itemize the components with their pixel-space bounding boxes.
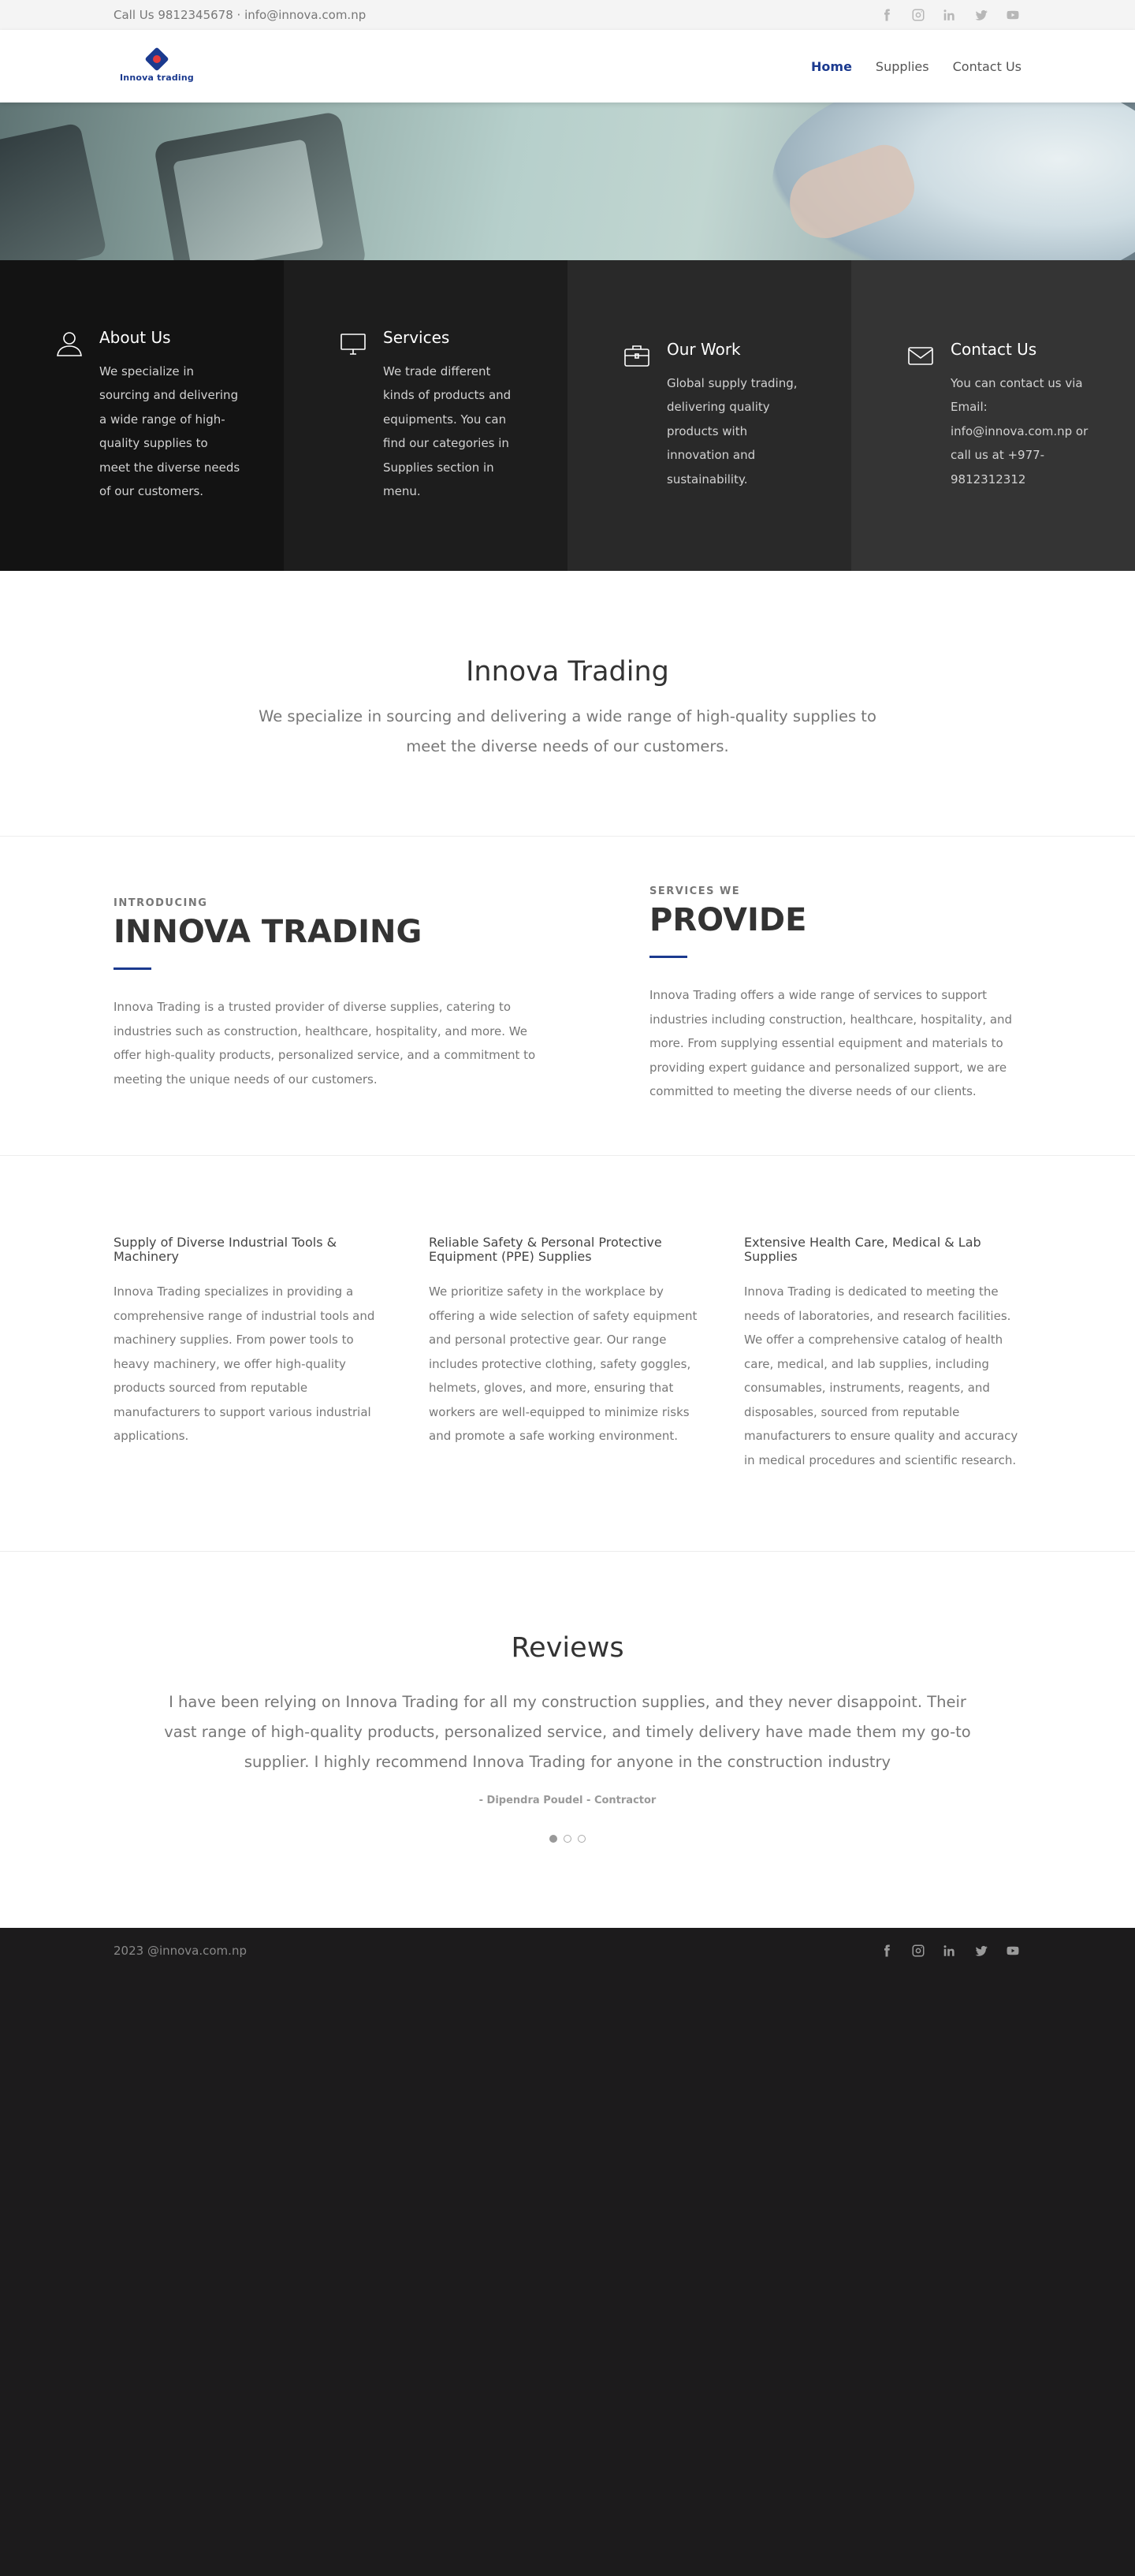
intro-section: Innova Trading We specialize in sourcing…	[0, 571, 1135, 837]
introducing-title: INNOVA TRADING	[114, 914, 422, 950]
linkedin-icon[interactable]	[941, 1942, 958, 1959]
service-title: Extensive Health Care, Medical & Lab Sup…	[744, 1235, 981, 1264]
logo-text: Innova trading	[120, 72, 194, 83]
top-bar: Call Us 9812345678 · info@innova.com.np	[0, 0, 1135, 30]
topbar-social-links	[878, 6, 1022, 24]
feature-title: Contact Us	[951, 339, 1037, 359]
hero-device-shape	[0, 122, 107, 260]
carousel-dots	[0, 1835, 1135, 1843]
feature-about-us: About Us We specialize in sourcing and d…	[0, 260, 284, 571]
services-title: PROVIDE	[649, 902, 807, 938]
linkedin-icon[interactable]	[941, 6, 958, 24]
reviews-section: Reviews I have been relying on Innova Tr…	[0, 1552, 1135, 1928]
review-quote: I have been relying on Innova Trading fo…	[164, 1693, 971, 1771]
instagram-icon[interactable]	[910, 6, 927, 24]
reviews-title: Reviews	[511, 1632, 624, 1664]
feature-text: You can contact us via Email: info@innov…	[951, 375, 1088, 486]
intro-title: Innova Trading	[466, 656, 669, 688]
accent-divider	[649, 956, 687, 958]
feature-title: Services	[383, 327, 450, 347]
topbar-contact-info: Call Us 9812345678 · info@innova.com.np	[114, 8, 367, 22]
introducing-eyebrow: INTRODUCING	[114, 897, 208, 909]
feature-contact-us: Contact Us You can contact us via Email:…	[851, 260, 1135, 571]
service-text: Innova Trading specializes in providing …	[114, 1284, 375, 1443]
service-text: Innova Trading is dedicated to meeting t…	[744, 1284, 1018, 1467]
facebook-icon[interactable]	[878, 1942, 895, 1959]
user-icon	[55, 330, 84, 358]
carousel-dot-2[interactable]	[564, 1835, 571, 1843]
twitter-icon[interactable]	[973, 6, 990, 24]
service-text: We prioritize safety in the workplace by…	[429, 1284, 698, 1443]
logo-mark-icon	[144, 46, 169, 72]
accent-divider	[114, 967, 151, 970]
instagram-icon[interactable]	[910, 1942, 927, 1959]
envelope-icon	[906, 341, 935, 370]
nav-item-supplies[interactable]: Supplies	[876, 59, 929, 74]
monitor-icon	[339, 330, 367, 358]
youtube-icon[interactable]	[1004, 1942, 1022, 1959]
twitter-icon[interactable]	[973, 1942, 990, 1959]
youtube-icon[interactable]	[1004, 6, 1022, 24]
main-nav: Home Supplies Contact Us	[811, 59, 1022, 74]
introducing-column: INTRODUCING INNOVA TRADING Innova Tradin…	[114, 837, 543, 1104]
service-title: Supply of Diverse Industrial Tools & Mac…	[114, 1235, 337, 1264]
nav-item-contact-us[interactable]: Contact Us	[953, 59, 1022, 74]
footer-social-links	[878, 1942, 1022, 1959]
service-item: Extensive Health Care, Medical & Lab Sup…	[744, 1236, 1022, 1472]
service-details-section: Supply of Diverse Industrial Tools & Mac…	[0, 1156, 1135, 1552]
feature-services: Services We trade different kinds of pro…	[284, 260, 568, 571]
services-text: Innova Trading offers a wide range of se…	[649, 988, 1013, 1098]
services-we-provide-column: SERVICES WE PROVIDE Innova Trading offer…	[649, 837, 1020, 1104]
footer-copyright: 2023 @innova.com.np	[114, 1943, 247, 1958]
carousel-dot-1[interactable]	[549, 1835, 557, 1843]
services-eyebrow: SERVICES WE	[649, 885, 741, 897]
introducing-text: Innova Trading is a trusted provider of …	[114, 1000, 536, 1087]
site-logo[interactable]: Innova trading	[120, 46, 194, 83]
hero-banner-image	[0, 103, 1135, 260]
site-header: Innova trading Home Supplies Contact Us	[0, 30, 1135, 103]
service-item: Supply of Diverse Industrial Tools & Mac…	[114, 1236, 391, 1472]
feature-title: About Us	[99, 327, 171, 347]
review-author: - Dipendra Poudel - Contractor	[478, 1795, 657, 1806]
feature-text: We trade different kinds of products and…	[383, 363, 512, 499]
feature-text: We specialize in sourcing and delivering…	[99, 363, 240, 499]
about-section: INTRODUCING INNOVA TRADING Innova Tradin…	[0, 837, 1135, 1156]
service-title: Reliable Safety & Personal Protective Eq…	[429, 1235, 662, 1264]
service-item: Reliable Safety & Personal Protective Eq…	[429, 1236, 706, 1472]
feature-text: Global supply trading, delivering qualit…	[667, 375, 798, 486]
carousel-dot-3[interactable]	[578, 1835, 586, 1843]
facebook-icon[interactable]	[878, 6, 895, 24]
feature-boxes: About Us We specialize in sourcing and d…	[0, 260, 1135, 571]
briefcase-icon	[623, 341, 651, 370]
site-footer: 2023 @innova.com.np	[0, 1928, 1135, 1973]
nav-item-home[interactable]: Home	[811, 59, 852, 74]
feature-title: Our Work	[667, 339, 741, 359]
intro-text: We specialize in sourcing and delivering…	[259, 707, 876, 755]
feature-our-work: Our Work Global supply trading, deliveri…	[568, 260, 851, 571]
